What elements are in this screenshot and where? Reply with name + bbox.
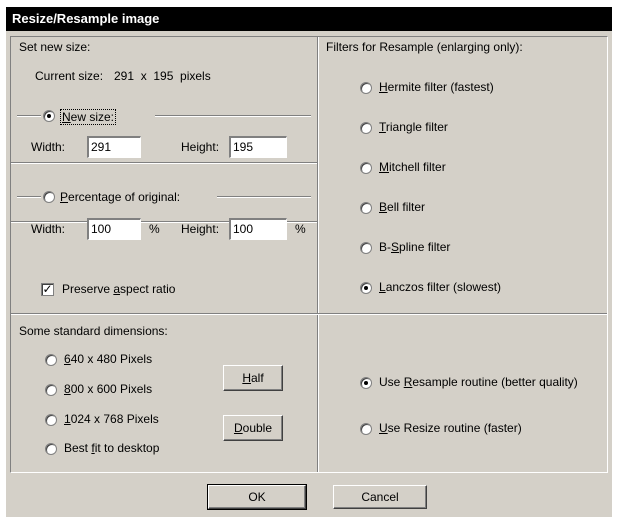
lanczos-radio-dot [364, 286, 368, 290]
cancel-button[interactable]: Cancel [333, 485, 427, 509]
label-800x600: 800 x 600 Pixels [64, 382, 153, 396]
label-lanczos: Lanczos filter (slowest) [379, 280, 502, 294]
ok-button-label: OK [248, 490, 266, 504]
new-size-radio[interactable] [43, 110, 55, 122]
pct-width-label: Width: [31, 222, 66, 236]
resize-dialog: Resize/Resample image Set new size: Curr… [6, 7, 612, 517]
new-size-label: New size: [60, 109, 117, 125]
dialog-panel: Set new size: Current size: 291 x 195 pi… [10, 36, 608, 473]
pct-width-unit: % [149, 222, 160, 236]
radio-1024x768[interactable] [45, 414, 57, 426]
radio-resize-routine[interactable] [360, 423, 372, 435]
double-button[interactable]: Double [223, 415, 283, 441]
preserve-aspect-label: Preserve aspect ratio [62, 282, 176, 296]
standard-group-label: Some standard dimensions: [17, 324, 170, 338]
label-hermite: Hermite filter (fastest) [379, 80, 494, 94]
label-1024x768: 1024 x 768 Pixels [64, 412, 159, 426]
pct-height-input[interactable]: 100 [229, 218, 287, 240]
width-label: Width: [31, 140, 66, 154]
radio-best-fit[interactable] [45, 443, 57, 455]
label-mitchell: Mitchell filter [379, 160, 446, 174]
ok-button[interactable]: OK [207, 484, 307, 510]
percentage-radio-row[interactable]: Percentage of original: [41, 190, 217, 204]
label-best-fit: Best fit to desktop [64, 441, 160, 455]
set-size-group-label: Set new size: [17, 40, 93, 54]
divider-3 [11, 313, 607, 315]
label-bell: Bell filter [379, 200, 426, 214]
height-input[interactable]: 195 [229, 136, 287, 158]
label-resample-routine: Use Resample routine (better quality) [379, 375, 578, 389]
current-size-value: 291 x 195 pixels [114, 69, 211, 83]
percentage-label: Percentage of original: [60, 190, 181, 204]
radio-hermite[interactable] [360, 82, 372, 94]
radio-triangle[interactable] [360, 122, 372, 134]
label-bspline: B-Spline filter [379, 240, 451, 254]
label-triangle: Triangle filter [379, 120, 448, 134]
resample-radio-dot [364, 381, 368, 385]
preserve-aspect-checkbox[interactable]: ✓ [41, 283, 54, 296]
radio-mitchell[interactable] [360, 162, 372, 174]
width-input[interactable]: 291 [87, 136, 141, 158]
half-button[interactable]: Half [223, 365, 283, 391]
new-size-radio-dot [47, 114, 51, 118]
percentage-radio[interactable] [43, 191, 55, 203]
column-divider [317, 37, 319, 472]
filters-group-label: Filters for Resample (enlarging only): [324, 40, 525, 54]
pct-height-label: Height: [181, 222, 220, 236]
new-size-radio-row[interactable]: New size: [41, 109, 155, 125]
label-resize-routine: Use Resize routine (faster) [379, 421, 522, 435]
pct-height-unit: % [295, 222, 306, 236]
height-label: Height: [181, 140, 220, 154]
radio-lanczos[interactable] [360, 282, 372, 294]
cancel-button-label: Cancel [361, 490, 399, 504]
dialog-title: Resize/Resample image [6, 7, 612, 31]
current-size-label: Current size: [35, 69, 104, 83]
radio-bspline[interactable] [360, 242, 372, 254]
pct-width-input[interactable]: 100 [87, 218, 141, 240]
radio-800x600[interactable] [45, 384, 57, 396]
radio-640x480[interactable] [45, 354, 57, 366]
label-640x480: 640 x 480 Pixels [64, 352, 153, 366]
radio-resample-routine[interactable] [360, 377, 372, 389]
radio-bell[interactable] [360, 202, 372, 214]
divider-1 [11, 162, 317, 164]
